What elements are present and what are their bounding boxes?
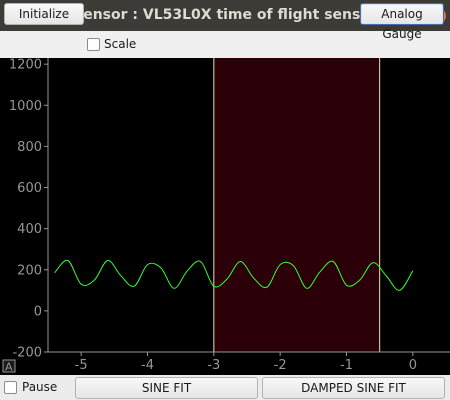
x-tick-label: -4 <box>141 358 154 373</box>
x-tick-label: -3 <box>207 358 220 373</box>
y-tick-label: 1000 <box>9 99 42 114</box>
y-tick-label: 0 <box>34 304 42 319</box>
pause-checkbox[interactable] <box>4 381 17 394</box>
x-tick-label: -1 <box>340 358 353 373</box>
sine-fit-button[interactable]: SINE FIT <box>75 377 258 399</box>
y-tick-label: 800 <box>17 140 42 155</box>
x-tick-label: -2 <box>274 358 287 373</box>
pause-label: Pause <box>22 380 58 394</box>
auto-range-button[interactable]: A <box>2 359 16 374</box>
x-tick-label: 0 <box>409 358 417 373</box>
y-tick-label: -200 <box>12 346 42 361</box>
scale-label: Scale <box>104 37 137 51</box>
plot-area[interactable]: 1200 1000 800 600 400 200 0 -200 -5 -4 -3 -2 -1 0 A <box>0 58 450 375</box>
damped-sine-fit-button[interactable]: DAMPED SINE FIT <box>262 377 445 399</box>
initialize-button[interactable]: Initialize <box>4 3 84 25</box>
y-tick-label: 400 <box>17 222 42 237</box>
x-tick-label: -5 <box>75 358 88 373</box>
scale-checkbox[interactable] <box>87 38 100 51</box>
sensor-window: Sensor : VL53L0X time of flight sensor ×… <box>0 0 450 400</box>
y-tick-label: 200 <box>17 263 42 278</box>
y-tick-label: 600 <box>17 181 42 196</box>
analog-gauge-button[interactable]: Analog Gauge <box>360 3 444 41</box>
sensor-chart[interactable]: 1200 1000 800 600 400 200 0 -200 -5 -4 -3 -2 -1 0 A <box>0 58 450 375</box>
selection-region[interactable] <box>213 58 380 352</box>
y-tick-label: 1200 <box>9 58 42 73</box>
auto-range-label: A <box>5 361 13 374</box>
window-title: Sensor : VL53L0X time of flight sensor <box>73 7 377 23</box>
